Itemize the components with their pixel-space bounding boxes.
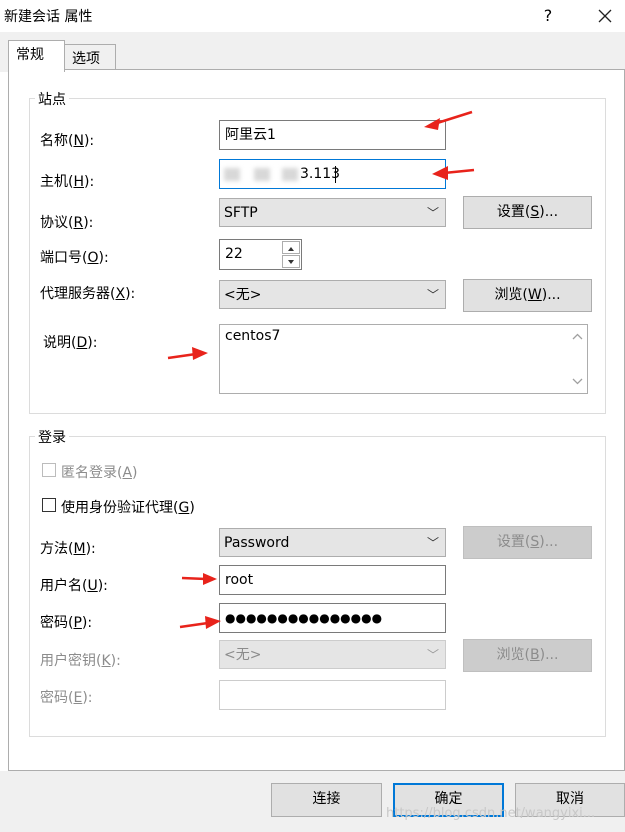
redacted-segment [224,168,240,181]
description-value: centos7 [225,328,281,344]
user-key-label: 用户密钥(K): [40,653,121,669]
protocol-settings-button[interactable]: 设置(S)... [463,196,592,229]
passphrase-label: 密码(E): [40,690,93,706]
login-group-title: 登录 [35,427,69,447]
chevron-down-icon: ﹀ [426,206,439,220]
connect-button[interactable]: 连接 [271,783,382,817]
proxy-browse-button[interactable]: 浏览(W)... [463,279,592,312]
password-label: 密码(P): [40,615,93,631]
anonymous-checkbox[interactable] [42,463,56,477]
help-button[interactable]: ? [535,4,561,28]
user-key-browse-button[interactable]: 浏览(B)... [463,639,592,672]
name-label: 名称(N): [40,133,95,149]
username-input[interactable]: root [219,565,446,595]
site-group-title: 站点 [35,89,69,109]
annotation-arrow-icon [179,616,221,629]
triangle-down-icon [288,260,294,264]
port-value: 22 [225,246,243,262]
agent-checkbox[interactable] [42,498,56,512]
method-value: Password [224,535,290,551]
scroll-up-icon [572,333,583,340]
annotation-arrow-icon [167,347,208,360]
chevron-down-icon: ﹀ [426,288,439,302]
port-label: 端口号(O): [40,250,109,266]
password-input[interactable]: ●●●●●●●●●●●●●●● [219,603,446,633]
method-settings-button[interactable]: 设置(S)... [463,526,592,559]
user-key-select[interactable]: <无> ﹀ [219,640,446,669]
method-select[interactable]: Password ﹀ [219,528,446,557]
annotation-arrow-icon [424,110,473,130]
host-input[interactable]: 3.113 [219,159,446,189]
tab-general[interactable]: 常规 [8,40,65,72]
passphrase-input[interactable] [219,680,446,710]
description-label: 说明(D): [43,335,98,351]
name-input[interactable]: 阿里云1 [219,120,446,150]
agent-label: 使用身份验证代理(G) [61,500,195,516]
redacted-segment [254,168,270,181]
protocol-label: 协议(R): [40,215,94,231]
proxy-value: <无> [224,287,262,303]
close-button[interactable] [592,4,618,28]
annotation-arrow-icon [181,573,217,585]
text-caret [335,166,336,183]
redacted-segment [282,168,298,181]
close-icon [598,9,612,23]
chevron-down-icon: ﹀ [426,648,439,662]
window-title: 新建会话 属性 [4,9,93,25]
triangle-up-icon [288,247,294,251]
description-textarea[interactable]: centos7 [219,324,588,394]
proxy-select[interactable]: <无> ﹀ [219,280,446,309]
port-increment-button[interactable] [282,241,300,254]
annotation-arrow-icon [432,166,475,180]
protocol-value: SFTP [224,205,258,221]
title-bar: 新建会话 属性 ? [0,0,625,32]
scrollbar[interactable] [569,326,586,392]
tab-options[interactable]: 选项 [64,44,116,72]
port-decrement-button[interactable] [282,255,300,268]
protocol-select[interactable]: SFTP ﹀ [219,198,446,227]
anonymous-label: 匿名登录(A) [61,465,138,481]
host-label: 主机(H): [40,174,95,190]
chevron-down-icon: ﹀ [426,536,439,550]
proxy-label: 代理服务器(X): [40,286,136,302]
watermark: https://blog.csdn.net/wangyixi... [386,806,596,821]
scroll-down-icon [572,378,583,385]
method-label: 方法(M): [40,541,96,557]
username-label: 用户名(U): [40,578,108,594]
user-key-value: <无> [224,647,262,663]
